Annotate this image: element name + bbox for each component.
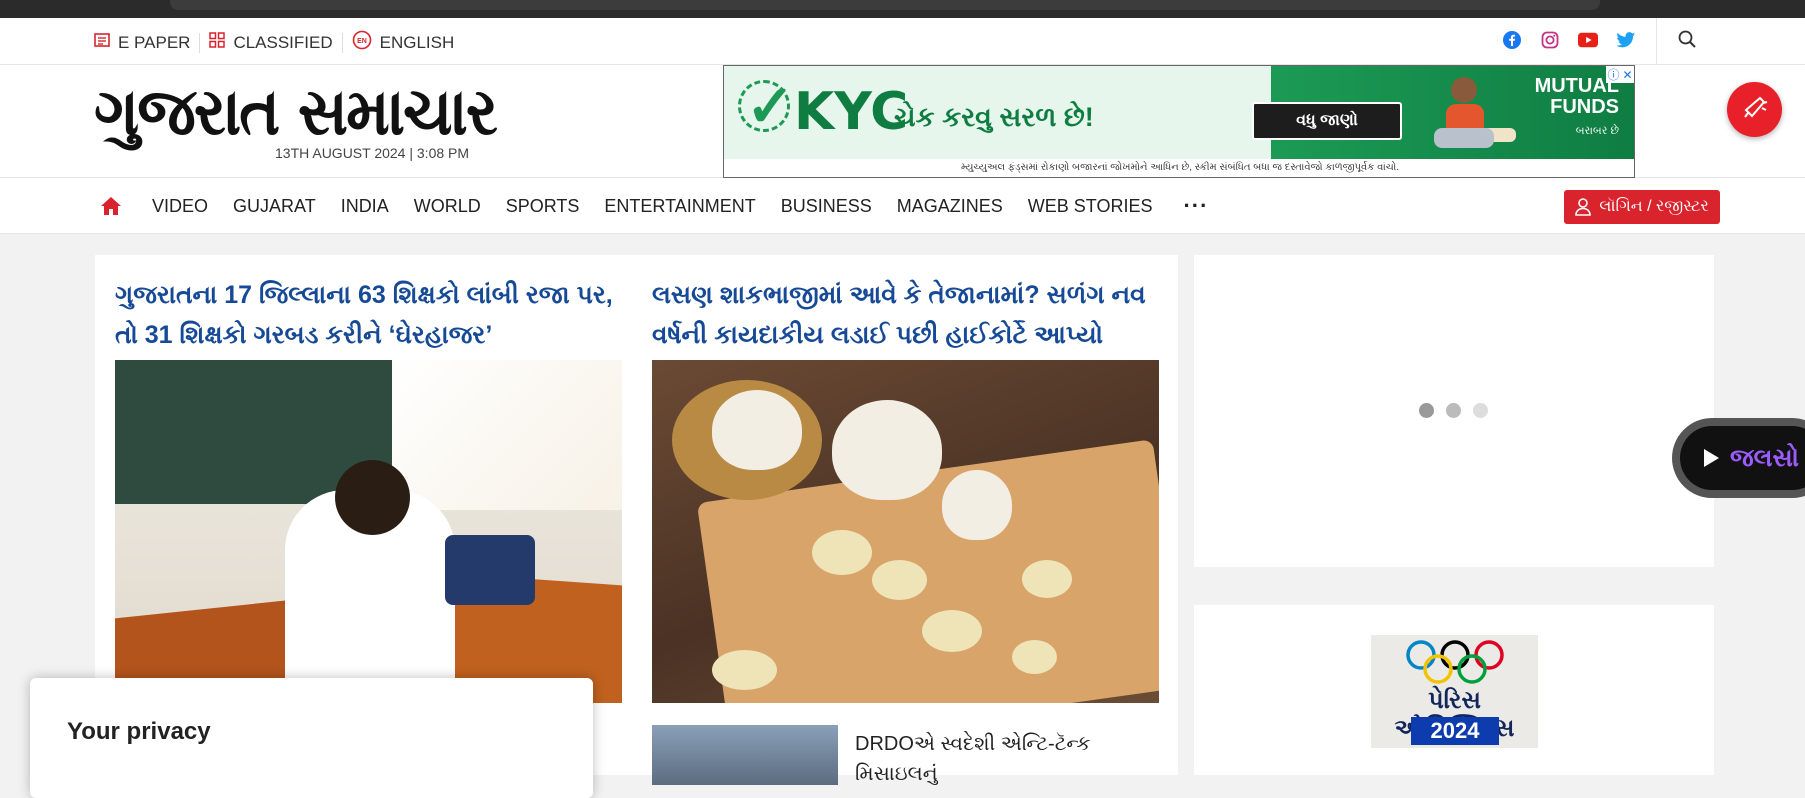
sidebar-promo: પેરિસ ઓલિમ્પિક્સ 2024 bbox=[1194, 605, 1714, 775]
nav-item-india[interactable]: INDIA bbox=[341, 196, 389, 217]
facebook-icon[interactable] bbox=[1502, 30, 1522, 50]
garlic-bulb bbox=[832, 400, 942, 500]
nav-item-web-stories[interactable]: WEB STORIES bbox=[1028, 196, 1153, 217]
ad-learn-more-button[interactable]: વધુ જાણો bbox=[1252, 102, 1402, 140]
site-logo[interactable]: ગુજરાત સમાચાર bbox=[94, 75, 498, 149]
newspaper-icon bbox=[94, 32, 110, 53]
ad-brand-line2: FUNDS bbox=[1550, 96, 1619, 118]
nav-item-magazines[interactable]: MAGAZINES bbox=[897, 196, 1003, 217]
youtube-icon[interactable] bbox=[1578, 30, 1598, 50]
ad-controls: ⓘ ✕ bbox=[1606, 66, 1634, 83]
top-utility-bar: E PAPER CLASSIFIED EN ENGLISH bbox=[0, 18, 1805, 65]
english-link[interactable]: EN ENGLISH bbox=[343, 30, 464, 55]
ad-headline: ચેક કરવુ સરળ છે! bbox=[894, 102, 1094, 132]
olympics-banner[interactable]: પેરિસ ઓલિમ્પિક્સ 2024 bbox=[1371, 635, 1538, 748]
story-image[interactable] bbox=[652, 360, 1159, 703]
jalso-floating-button[interactable]: જલસો bbox=[1672, 418, 1805, 498]
nav-items: VIDEO GUJARAT INDIA WORLD SPORTS ENTERTA… bbox=[100, 178, 1208, 234]
olympics-year: 2024 bbox=[1411, 717, 1499, 745]
checkmark-icon: ✓ bbox=[746, 74, 795, 139]
carousel-dot[interactable] bbox=[1419, 403, 1434, 418]
carousel-dots bbox=[1419, 403, 1488, 418]
story-card[interactable]: લસણ શાકભાજીમાં આવે કે તેજાનામાં? સળંગ નવ… bbox=[652, 255, 1159, 703]
ad-person-image bbox=[1434, 77, 1516, 148]
classified-label: CLASSIFIED bbox=[233, 32, 333, 52]
olympic-rings-icon bbox=[1406, 640, 1504, 684]
garlic-clove bbox=[1022, 560, 1072, 598]
window-light bbox=[392, 360, 622, 510]
privacy-dialog[interactable]: Your privacy bbox=[30, 678, 593, 798]
jalso-inner: જલસો bbox=[1680, 426, 1805, 490]
garlic-bulb bbox=[712, 390, 802, 470]
epaper-label: E PAPER bbox=[118, 32, 191, 52]
ad-brand: MUTUAL FUNDS બરાબર છે bbox=[1519, 76, 1619, 142]
nav-more-icon[interactable]: ··· bbox=[1183, 193, 1208, 219]
utility-links: E PAPER CLASSIFIED EN ENGLISH bbox=[94, 30, 463, 55]
login-register-button[interactable]: લૉગિન / રજીસ્ટર bbox=[1564, 190, 1720, 224]
main-navigation: VIDEO GUJARAT INDIA WORLD SPORTS ENTERTA… bbox=[0, 178, 1805, 234]
nav-item-business[interactable]: BUSINESS bbox=[781, 196, 872, 217]
nav-item-world[interactable]: WORLD bbox=[414, 196, 481, 217]
user-icon bbox=[1575, 198, 1592, 216]
address-bar[interactable] bbox=[170, 0, 1600, 10]
ad-brand-tag: બરાબર છે bbox=[1575, 125, 1619, 137]
ad-kyc-text: KYC bbox=[794, 82, 909, 142]
nav-item-video[interactable]: VIDEO bbox=[152, 196, 208, 217]
privacy-title: Your privacy bbox=[67, 718, 211, 745]
notification-bell-button[interactable] bbox=[1727, 82, 1782, 137]
story-card[interactable]: ગુજરાતના 17 જિલ્લાના 63 શિક્ષકો લાંબી રજ… bbox=[115, 255, 622, 703]
megaphone-icon bbox=[1742, 94, 1768, 125]
small-story-thumbnail[interactable] bbox=[652, 725, 838, 785]
garlic-clove bbox=[712, 650, 777, 690]
garlic-bulb bbox=[942, 470, 1012, 540]
dateline: 13TH AUGUST 2024 | 3:08 PM bbox=[275, 145, 470, 161]
english-label: ENGLISH bbox=[379, 32, 455, 52]
nav-item-gujarat[interactable]: GUJARAT bbox=[233, 196, 316, 217]
garlic-clove bbox=[1012, 640, 1057, 674]
language-badge: EN bbox=[357, 38, 367, 45]
kyc-advertisement[interactable]: ✓ KYC ચેક કરવુ સરળ છે! વધુ જાણો MUTUAL F… bbox=[723, 65, 1635, 178]
story-image[interactable] bbox=[115, 360, 622, 703]
login-label: લૉગિન / રજીસ્ટર bbox=[1599, 198, 1709, 215]
garlic-clove bbox=[922, 610, 982, 652]
nav-item-sports[interactable]: SPORTS bbox=[506, 196, 580, 217]
grid-icon bbox=[209, 32, 226, 53]
home-icon bbox=[101, 197, 121, 215]
nav-home[interactable] bbox=[100, 196, 122, 216]
ad-close-icon[interactable]: ✕ bbox=[1622, 68, 1632, 82]
carousel-dot[interactable] bbox=[1473, 403, 1488, 418]
carousel-dot[interactable] bbox=[1446, 403, 1461, 418]
school-bag bbox=[445, 535, 535, 605]
ad-disclaimer: મ્યુચ્યુઅલ ફંડ્સમાં રોકાણો બજારનાં જોખમો… bbox=[724, 159, 1634, 177]
small-story-headline[interactable]: DRDOએ સ્વદેશી એન્ટિ-ટૅન્ક મિસાઇલનું bbox=[855, 729, 1175, 789]
social-links bbox=[1502, 30, 1636, 50]
search-button[interactable] bbox=[1656, 18, 1716, 64]
sidebar-carousel bbox=[1194, 255, 1714, 567]
story-headline[interactable]: ગુજરાતના 17 જિલ્લાના 63 શિક્ષકો લાંબી રજ… bbox=[115, 255, 622, 360]
masthead: ગુજરાત સમાચાર 13TH AUGUST 2024 | 3:08 PM… bbox=[0, 65, 1805, 178]
adchoices-icon[interactable]: ⓘ bbox=[1607, 66, 1619, 83]
epaper-link[interactable]: E PAPER bbox=[94, 32, 199, 53]
search-icon bbox=[1677, 29, 1697, 54]
nav-item-entertainment[interactable]: ENTERTAINMENT bbox=[604, 196, 755, 217]
browser-chrome bbox=[0, 0, 1805, 18]
jalso-label: જલસો bbox=[1730, 443, 1800, 472]
garlic-clove bbox=[812, 530, 872, 575]
twitter-icon[interactable] bbox=[1616, 30, 1636, 50]
play-icon bbox=[1704, 449, 1719, 467]
language-icon: EN bbox=[352, 30, 372, 55]
story-headline[interactable]: લસણ શાકભાજીમાં આવે કે તેજાનામાં? સળંગ નવ… bbox=[652, 255, 1159, 389]
instagram-icon[interactable] bbox=[1540, 30, 1560, 50]
garlic-clove bbox=[872, 560, 927, 600]
classified-link[interactable]: CLASSIFIED bbox=[200, 32, 341, 53]
student-head bbox=[335, 460, 410, 535]
